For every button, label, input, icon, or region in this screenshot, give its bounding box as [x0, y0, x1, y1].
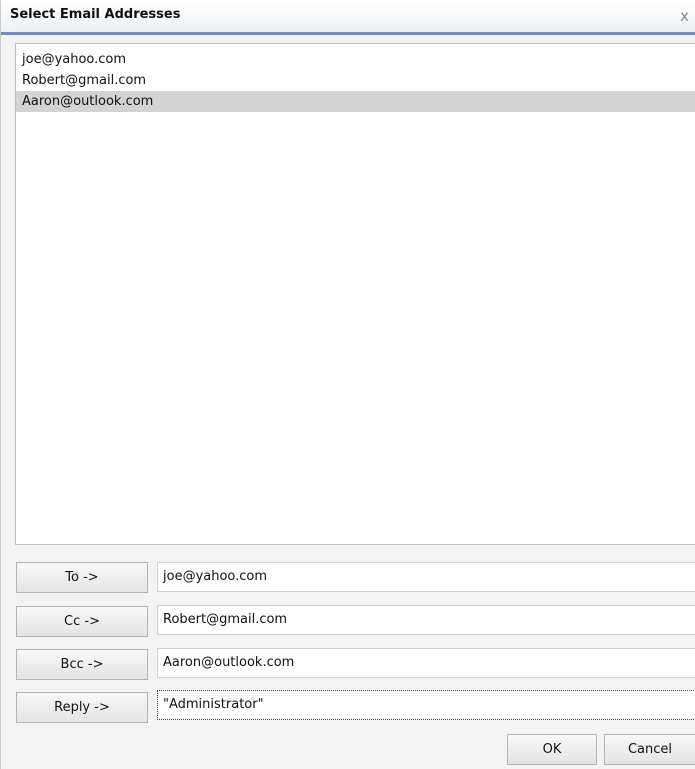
bcc-field[interactable]: Aaron@outlook.com: [157, 648, 695, 678]
email-address-list[interactable]: joe@yahoo.com Robert@gmail.com Aaron@out…: [15, 43, 695, 545]
cc-button-label: Cc ->: [64, 614, 100, 629]
cc-field[interactable]: Robert@gmail.com: [157, 605, 695, 635]
list-item[interactable]: Robert@gmail.com: [16, 70, 695, 91]
to-button[interactable]: To ->: [16, 562, 148, 593]
ok-button-label: OK: [542, 742, 562, 757]
ok-button[interactable]: OK: [507, 734, 597, 765]
to-button-label: To ->: [65, 570, 99, 585]
list-item-selected[interactable]: Aaron@outlook.com: [16, 91, 695, 112]
reply-button[interactable]: Reply ->: [16, 692, 148, 723]
dialog-titlebar: Select Email Addresses x: [1, 0, 695, 35]
list-item[interactable]: joe@yahoo.com: [16, 49, 695, 70]
to-field[interactable]: joe@yahoo.com: [157, 562, 695, 592]
cancel-button[interactable]: Cancel: [604, 734, 695, 765]
select-email-dialog: Select Email Addresses x joe@yahoo.com R…: [0, 0, 695, 769]
dialog-title: Select Email Addresses: [10, 7, 181, 22]
reply-field[interactable]: "Administrator": [157, 690, 695, 720]
cancel-button-label: Cancel: [627, 742, 673, 757]
bcc-button[interactable]: Bcc ->: [16, 649, 148, 680]
reply-button-label: Reply ->: [54, 700, 110, 715]
cc-button[interactable]: Cc ->: [16, 606, 148, 637]
bcc-button-label: Bcc ->: [60, 657, 104, 672]
close-icon[interactable]: x: [680, 9, 689, 24]
